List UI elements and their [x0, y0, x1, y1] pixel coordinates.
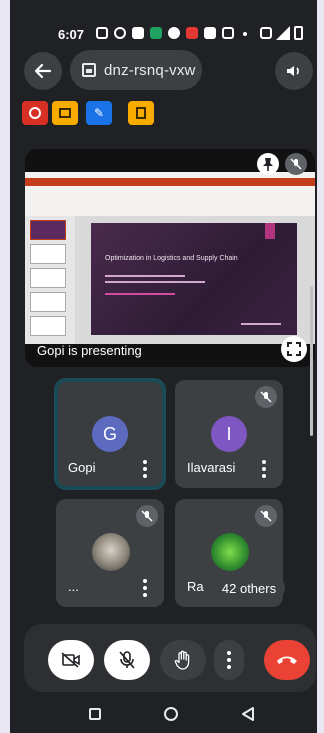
presenting-label: Gopi is presenting [37, 343, 142, 358]
participant-mic-off-badge [255, 386, 277, 408]
more-options-icon[interactable] [261, 460, 267, 478]
slide-accent [265, 223, 275, 239]
participant-tile-3[interactable]: ... [56, 499, 164, 607]
participant-name: Gopi [68, 460, 96, 475]
door-icon [136, 107, 146, 119]
ppt-canvas: Optimization in Logistics and Supply Cha… [75, 216, 315, 344]
slide-thumbnail [30, 292, 66, 312]
slide-thumbnail [30, 268, 66, 288]
participant-name: Ilavarasi [187, 460, 236, 475]
home-icon[interactable] [164, 707, 178, 721]
back-nav-icon[interactable] [241, 707, 255, 721]
end-call-icon [277, 656, 297, 664]
meeting-info-button[interactable]: dnz-rsnq-vxw [70, 50, 202, 90]
pin-icon [263, 158, 273, 171]
message-icon [132, 27, 144, 39]
meet-screen: 6:07 dnz-rsnq-vxw ✎ Optimization in Logi… [10, 0, 317, 733]
slide-thumbnail [30, 220, 66, 240]
participant-name: ... [68, 579, 79, 594]
calendar-icon [82, 63, 96, 77]
slide-thumbnail [30, 316, 66, 336]
more-options-icon[interactable] [142, 460, 148, 478]
recents-icon[interactable] [89, 708, 101, 720]
avatar: I [211, 416, 247, 452]
whatsapp-icon [114, 27, 126, 39]
slide-text-line [105, 293, 175, 295]
more-options-icon [226, 651, 232, 669]
signal-icon [276, 26, 290, 40]
camera-toggle-button[interactable] [48, 640, 94, 680]
whiteboard-activity-button[interactable]: ✎ [86, 101, 112, 125]
mic-off-icon [141, 510, 153, 522]
call-controls [24, 624, 316, 692]
cast-icon [96, 27, 108, 39]
speaker-icon [287, 66, 299, 76]
camera-off-icon [61, 652, 80, 668]
avatar [211, 533, 249, 571]
gallery-icon [186, 27, 198, 39]
raise-hand-button[interactable] [160, 640, 206, 680]
system-nav-bar [10, 696, 317, 733]
meeting-code: dnz-rsnq-vxw [104, 61, 196, 79]
participant-mic-off-badge [136, 505, 158, 527]
captions-off-icon [59, 108, 71, 118]
battery-icon [294, 26, 303, 40]
participant-tile-gopi[interactable]: G Gopi [54, 378, 166, 490]
pen-icon: ✎ [93, 106, 105, 120]
avatar [92, 533, 130, 571]
back-arrow-icon [34, 63, 52, 79]
pinterest-icon [168, 27, 180, 39]
status-time: 6:07 [58, 27, 85, 42]
slide-text-line [241, 323, 281, 325]
audio-output-button[interactable] [275, 52, 313, 90]
pin-button[interactable] [257, 153, 279, 175]
ppt-tabs-bar [25, 178, 315, 186]
participant-name: Ra [187, 579, 204, 594]
end-call-button[interactable] [264, 640, 310, 680]
participant-tile-ilavarasi[interactable]: I Ilavarasi [175, 380, 283, 488]
video-icon [204, 27, 216, 39]
more-options-button[interactable] [214, 640, 244, 680]
slide-text-line [105, 275, 185, 277]
slide-title: Optimization in Logistics and Supply Cha… [105, 255, 238, 262]
mic-off-icon [119, 651, 135, 669]
avatar: G [92, 416, 128, 452]
fullscreen-icon [287, 342, 301, 356]
presentation-tile[interactable]: Optimization in Logistics and Supply Cha… [25, 149, 315, 367]
mic-off-icon [290, 158, 302, 170]
presenter-mic-off-badge [285, 153, 307, 175]
mic-toggle-button[interactable] [104, 640, 150, 680]
status-bar: 6:07 [10, 20, 317, 48]
mic-off-icon [260, 391, 272, 403]
fullscreen-button[interactable] [281, 336, 307, 362]
slide-thumbnail [30, 244, 66, 264]
record-icon [29, 107, 41, 119]
recording-activity-button[interactable] [22, 101, 48, 125]
participant-mic-off-badge [255, 505, 277, 527]
back-button[interactable] [24, 52, 62, 90]
ppt-slide-thumbnails [25, 216, 75, 344]
more-options-icon[interactable] [142, 579, 148, 597]
volte-icon [260, 27, 272, 39]
mic-off-icon [260, 510, 272, 522]
scrollbar[interactable] [310, 286, 313, 436]
breakout-activity-button[interactable] [128, 101, 154, 125]
captions-activity-button[interactable] [52, 101, 78, 125]
meet-app-icon [150, 27, 162, 39]
instagram-icon [222, 27, 234, 39]
raise-hand-icon [174, 650, 190, 670]
slide-text-line [105, 281, 205, 283]
dot-icon [243, 32, 247, 36]
current-slide: Optimization in Logistics and Supply Cha… [91, 223, 297, 335]
others-badge[interactable]: 42 others [213, 576, 285, 600]
